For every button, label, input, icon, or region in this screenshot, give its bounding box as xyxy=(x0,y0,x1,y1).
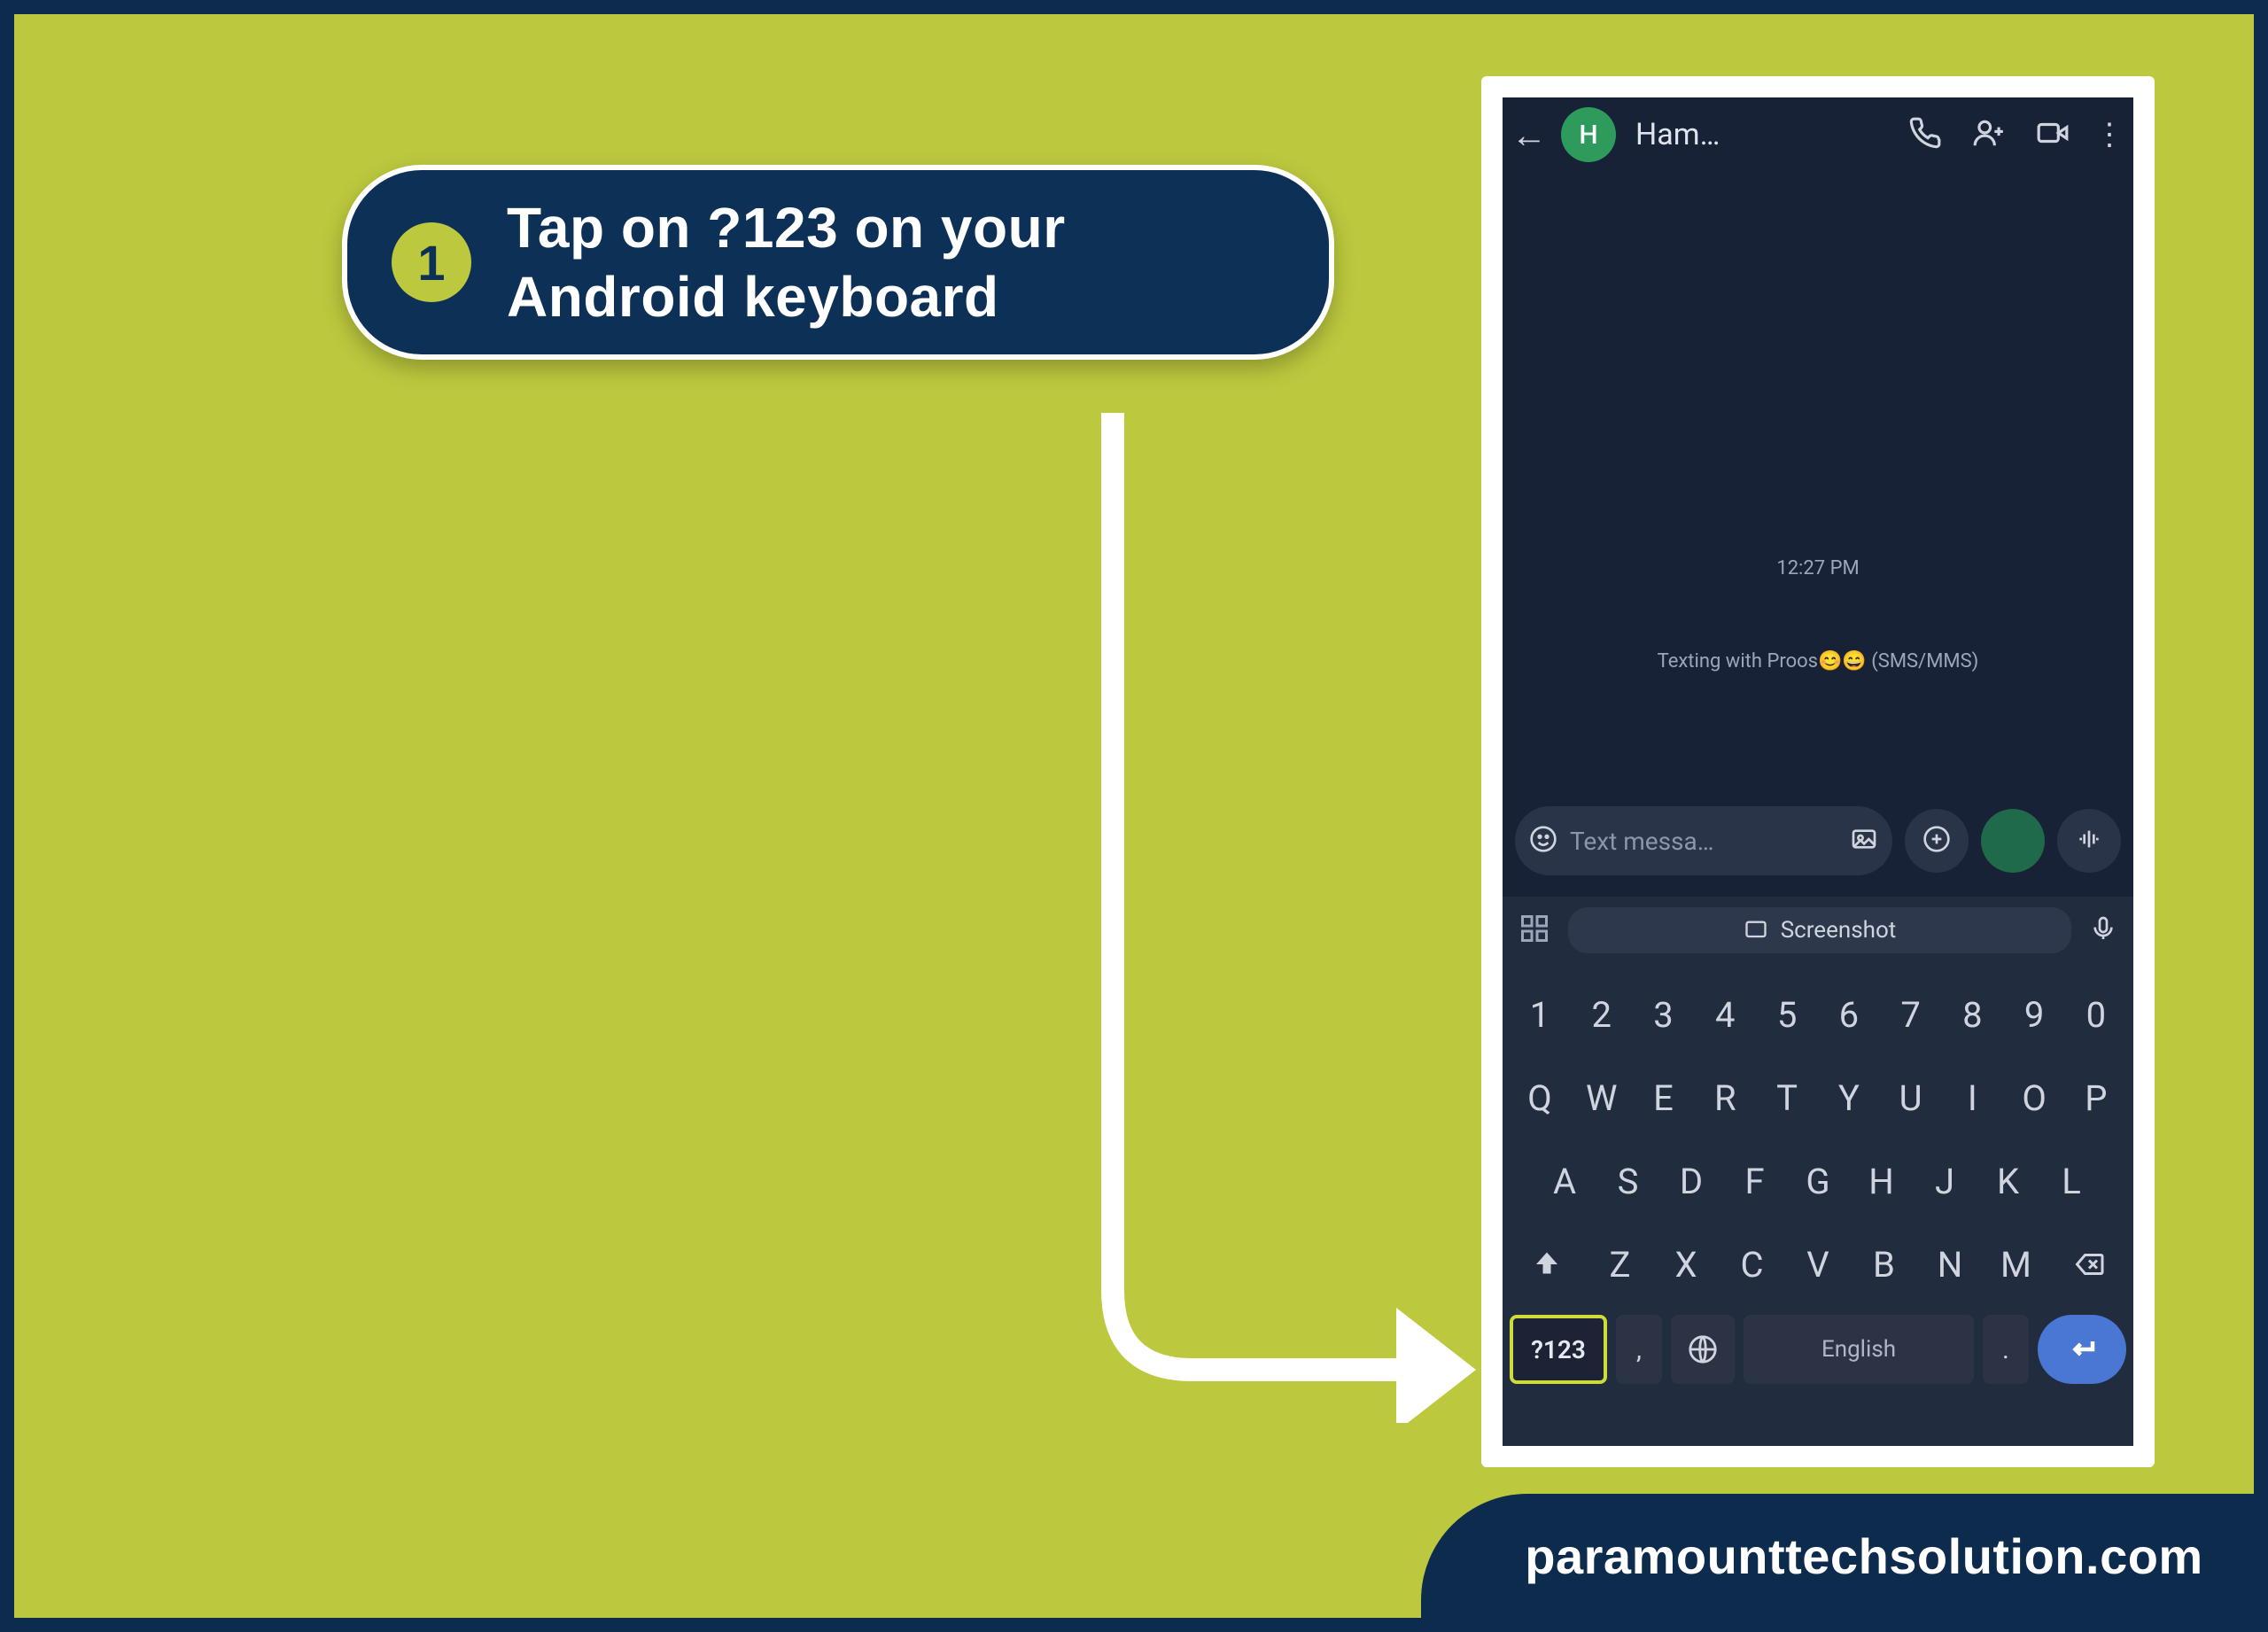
key-b[interactable]: B xyxy=(1854,1230,1915,1299)
key-g[interactable]: G xyxy=(1788,1146,1848,1216)
call-icon[interactable] xyxy=(1903,116,1947,153)
key-m[interactable]: M xyxy=(1986,1230,2047,1299)
key-8[interactable]: 8 xyxy=(1942,980,2002,1049)
spacebar-key[interactable]: English xyxy=(1744,1315,1974,1384)
key-i[interactable]: I xyxy=(1942,1063,2002,1132)
key-u[interactable]: U xyxy=(1881,1063,1941,1132)
more-options-icon[interactable]: ⋮ xyxy=(2094,117,2116,152)
conversation-timestamp: 12:27 PM xyxy=(1503,557,2133,579)
suggestion-chip-screenshot[interactable]: Screenshot xyxy=(1568,907,2071,953)
keyboard-row-numbers: 1 2 3 4 5 6 7 8 9 0 xyxy=(1503,964,2133,1056)
phone-frame: ← H Ham… ⋮ 12:27 PM Texting with Proos😊😄… xyxy=(1481,76,2155,1467)
conversation-topbar: ← H Ham… ⋮ xyxy=(1503,97,2133,172)
key-h[interactable]: H xyxy=(1852,1146,1912,1216)
key-o[interactable]: O xyxy=(2004,1063,2064,1132)
mic-icon[interactable] xyxy=(2089,914,2117,946)
key-r[interactable]: R xyxy=(1695,1063,1755,1132)
emoji-icon[interactable] xyxy=(1529,825,1557,857)
message-input-row: Text messa… xyxy=(1515,806,2121,875)
key-e[interactable]: E xyxy=(1634,1063,1694,1132)
language-globe-key[interactable] xyxy=(1671,1315,1735,1384)
conversation-subtitle: Texting with Proos😊😄 (SMS/MMS) xyxy=(1503,650,2133,672)
key-t[interactable]: T xyxy=(1757,1063,1817,1132)
symbols-key-highlighted[interactable]: ?123 xyxy=(1510,1315,1607,1384)
key-q[interactable]: Q xyxy=(1510,1063,1570,1132)
instruction-text: Tap on ?123 on your Android keyboard xyxy=(507,193,1285,331)
key-4[interactable]: 4 xyxy=(1695,980,1755,1049)
key-9[interactable]: 9 xyxy=(2004,980,2064,1049)
comma-key[interactable]: , xyxy=(1616,1315,1662,1384)
keyboard-row-z: Z X C V B N M xyxy=(1503,1223,2133,1306)
send-button[interactable] xyxy=(1981,809,2045,873)
keyboard-suggestion-strip: Screenshot xyxy=(1503,897,2133,964)
key-z[interactable]: Z xyxy=(1590,1230,1651,1299)
keyboard-bottom-row: ?123 , English . xyxy=(1503,1306,2133,1398)
footer-site-text: paramounttechsolution.com xyxy=(1525,1527,2202,1585)
key-v[interactable]: V xyxy=(1788,1230,1848,1299)
key-y[interactable]: Y xyxy=(1819,1063,1879,1132)
key-x[interactable]: X xyxy=(1656,1230,1716,1299)
key-0[interactable]: 0 xyxy=(2066,980,2126,1049)
key-d[interactable]: D xyxy=(1661,1146,1721,1216)
gallery-icon[interactable] xyxy=(1850,825,1878,857)
key-j[interactable]: J xyxy=(1915,1146,1975,1216)
key-s[interactable]: S xyxy=(1598,1146,1658,1216)
enter-key[interactable] xyxy=(2038,1315,2126,1384)
key-a[interactable]: A xyxy=(1534,1146,1595,1216)
key-c[interactable]: C xyxy=(1722,1230,1783,1299)
message-placeholder: Text messa… xyxy=(1570,827,1837,856)
video-call-icon[interactable] xyxy=(2031,116,2075,153)
clipboard-grid-icon[interactable] xyxy=(1518,913,1550,948)
contact-avatar[interactable]: H xyxy=(1561,107,1616,162)
keyboard-row-a: A S D F G H J K L xyxy=(1503,1139,2133,1223)
key-5[interactable]: 5 xyxy=(1757,980,1817,1049)
shift-key[interactable] xyxy=(1510,1230,1584,1299)
android-keyboard: 1 2 3 4 5 6 7 8 9 0 Q W E R T Y xyxy=(1503,964,2133,1446)
background-canvas: 1 Tap on ?123 on your Android keyboard ←… xyxy=(14,14,2254,1618)
keyboard-row-q: Q W E R T Y U I O P xyxy=(1503,1056,2133,1139)
key-1[interactable]: 1 xyxy=(1510,980,1570,1049)
step-number-badge: 1 xyxy=(392,222,471,302)
phone-screen: ← H Ham… ⋮ 12:27 PM Texting with Proos😊😄… xyxy=(1503,97,2133,1446)
key-7[interactable]: 7 xyxy=(1881,980,1941,1049)
key-l[interactable]: L xyxy=(2041,1146,2101,1216)
suggestion-chip-label: Screenshot xyxy=(1781,917,1897,944)
key-f[interactable]: F xyxy=(1725,1146,1785,1216)
back-arrow-icon[interactable]: ← xyxy=(1511,114,1542,156)
contact-name[interactable]: Ham… xyxy=(1635,117,1720,152)
message-input[interactable]: Text messa… xyxy=(1515,806,1892,875)
key-w[interactable]: W xyxy=(1572,1063,1632,1132)
key-6[interactable]: 6 xyxy=(1819,980,1879,1049)
footer-ribbon: paramounttechsolution.com xyxy=(1421,1494,2254,1618)
key-p[interactable]: P xyxy=(2066,1063,2126,1132)
backspace-key[interactable] xyxy=(2052,1230,2126,1299)
connector-arrow xyxy=(1095,413,1485,1423)
key-k[interactable]: K xyxy=(1978,1146,2039,1216)
voice-message-button[interactable] xyxy=(2057,809,2121,873)
key-2[interactable]: 2 xyxy=(1572,980,1632,1049)
add-attachment-button[interactable] xyxy=(1905,809,1969,873)
add-person-icon[interactable] xyxy=(1967,116,2011,153)
period-key[interactable]: . xyxy=(1983,1315,2029,1384)
key-n[interactable]: N xyxy=(1920,1230,1980,1299)
instruction-pill: 1 Tap on ?123 on your Android keyboard xyxy=(342,165,1334,360)
key-3[interactable]: 3 xyxy=(1634,980,1694,1049)
